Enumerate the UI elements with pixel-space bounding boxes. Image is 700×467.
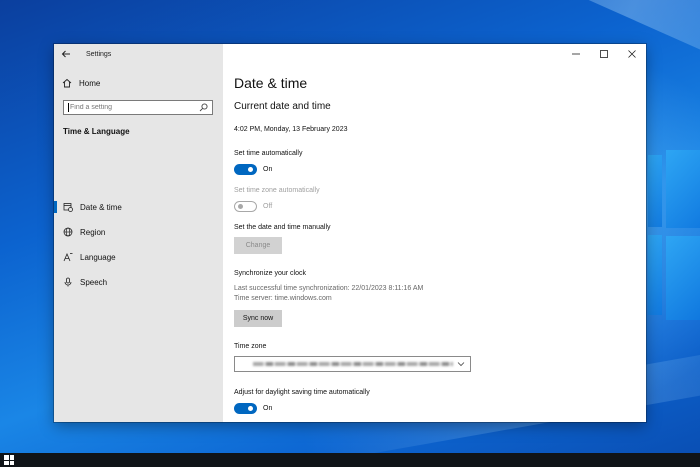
current-date-value: 4:02 PM, Monday, 13 February 2023 [234, 126, 348, 133]
globe-icon [63, 227, 73, 237]
settings-window: Settings Home Time & Language Date & tim… [54, 44, 646, 422]
home-label: Home [79, 78, 101, 88]
last-sync-text: Last successful time synchronization: 22… [234, 285, 424, 292]
close-button[interactable] [618, 44, 646, 64]
wallpaper-logo-tile [648, 235, 662, 315]
minimize-icon [572, 53, 580, 55]
wallpaper-logo-tile [648, 155, 662, 227]
chevron-down-icon [457, 362, 465, 367]
search-box[interactable] [63, 100, 213, 115]
home-icon [62, 78, 72, 88]
sidebar-item-date-time[interactable]: Date & time [54, 199, 223, 215]
wallpaper-logo-tile [666, 236, 700, 320]
sidebar-item-region[interactable]: Region [54, 224, 223, 240]
microphone-icon [63, 277, 73, 287]
back-button[interactable] [54, 44, 78, 64]
wallpaper-logo-tile [666, 150, 700, 228]
start-button[interactable] [4, 455, 14, 465]
daylight-toggle-row[interactable]: On [234, 403, 272, 414]
close-icon [628, 50, 636, 58]
back-arrow-icon [61, 50, 70, 58]
maximize-button[interactable] [590, 44, 618, 64]
sidebar-item-speech[interactable]: Speech [54, 274, 223, 290]
sidebar-item-label: Date & time [80, 202, 122, 212]
sidebar: Settings Home Time & Language Date & tim… [54, 44, 223, 422]
window-controls [562, 44, 646, 64]
daylight-label: Adjust for daylight saving time automati… [234, 389, 370, 396]
time-server-text: Time server: time.windows.com [234, 295, 332, 302]
section-title: Time & Language [63, 127, 130, 136]
current-date-heading: Current date and time [234, 101, 331, 112]
toggle-state: Off [263, 203, 273, 210]
main-content: Date & time Current date and time 4:02 P… [223, 44, 646, 422]
language-icon [63, 252, 73, 262]
set-timezone-auto-label: Set time zone automatically [234, 187, 320, 194]
toggle-state: On [263, 405, 273, 412]
time-zone-value-blurred [253, 362, 453, 366]
set-timezone-auto-toggle-row[interactable]: Off [234, 201, 272, 212]
minimize-button[interactable] [562, 44, 590, 64]
taskbar [0, 453, 700, 467]
windows-logo-icon [4, 455, 9, 460]
calendar-clock-icon [63, 202, 73, 212]
sidebar-item-label: Speech [80, 277, 108, 287]
sync-now-button[interactable]: Sync now [234, 310, 282, 327]
title-bar: Settings [54, 44, 223, 64]
search-input[interactable] [69, 101, 197, 114]
selection-indicator [54, 201, 57, 213]
app-title: Settings [86, 50, 112, 58]
set-timezone-auto-toggle[interactable] [234, 201, 257, 212]
sidebar-item-label: Language [80, 252, 116, 262]
sync-heading: Synchronize your clock [234, 270, 306, 277]
sidebar-item-label: Region [80, 227, 106, 237]
time-zone-label: Time zone [234, 343, 267, 350]
toggle-state: On [263, 166, 273, 173]
daylight-toggle[interactable] [234, 403, 257, 414]
set-manual-label: Set the date and time manually [234, 224, 331, 231]
set-time-auto-label: Set time automatically [234, 150, 303, 157]
sidebar-item-language[interactable]: Language [54, 249, 223, 265]
change-button[interactable]: Change [234, 237, 282, 254]
time-zone-select[interactable] [234, 356, 471, 372]
set-time-auto-toggle[interactable] [234, 164, 257, 175]
set-time-auto-toggle-row[interactable]: On [234, 164, 272, 175]
home-link[interactable]: Home [62, 76, 100, 90]
maximize-icon [600, 50, 608, 58]
search-icon[interactable] [197, 102, 209, 114]
page-title: Date & time [234, 75, 308, 91]
